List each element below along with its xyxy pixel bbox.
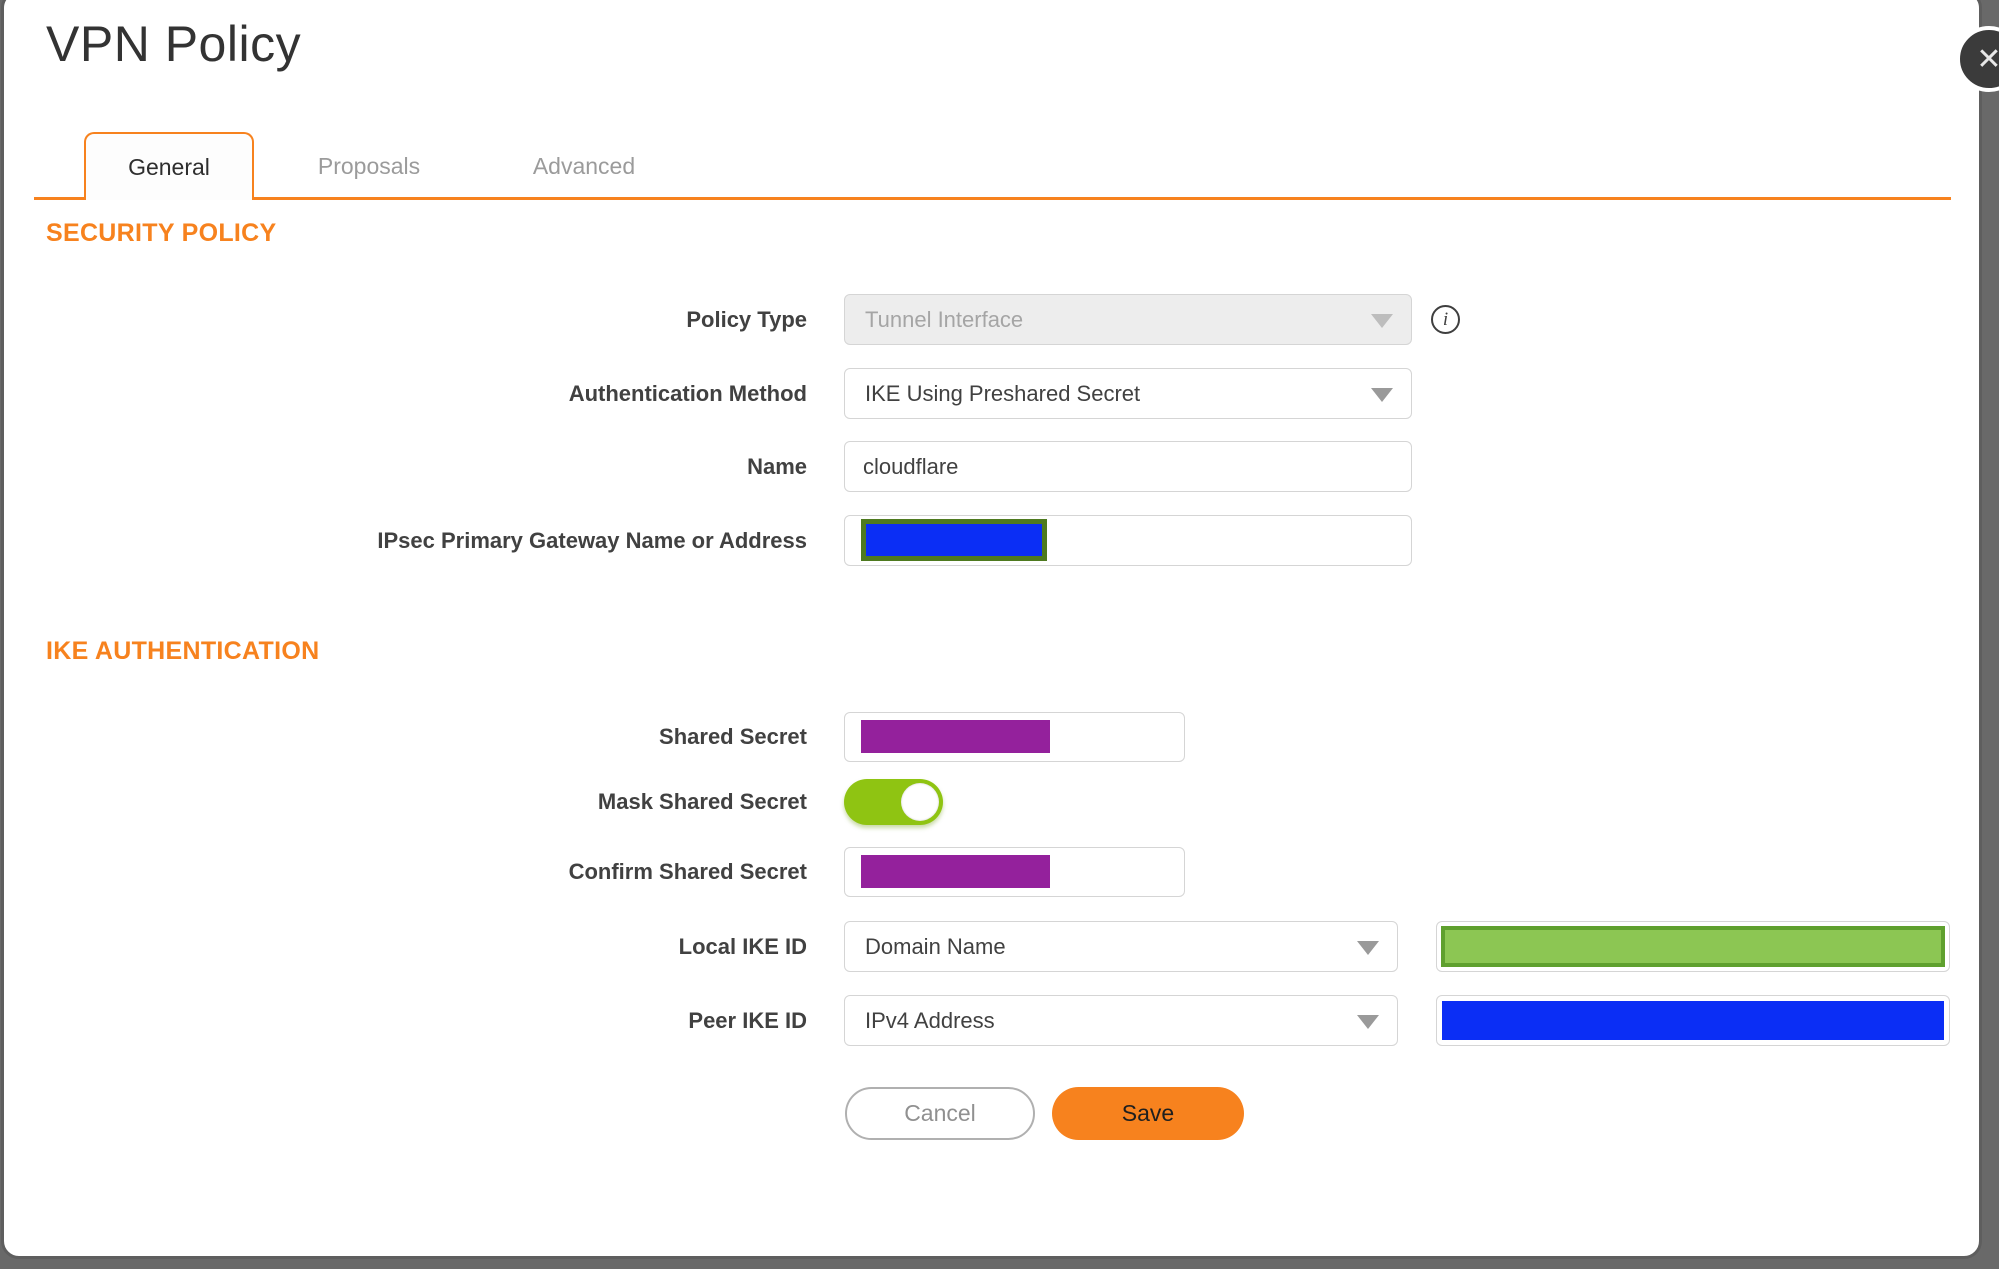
redacted-value-block (861, 519, 1047, 561)
peer-ike-id-label: Peer IKE ID (688, 1007, 807, 1033)
peer-ike-id-select[interactable]: IPv4 Address (844, 995, 1398, 1046)
tab-general[interactable]: General (84, 132, 254, 200)
redacted-value-block (1442, 1001, 1944, 1040)
tab-advanced-label: Advanced (532, 152, 636, 179)
authentication-method-value: IKE Using Preshared Secret (865, 380, 1141, 406)
mask-shared-secret-label: Mask Shared Secret (597, 789, 807, 814)
redacted-value-block (1441, 926, 1945, 967)
ike-authentication-heading: IKE AUTHENTICATION (46, 637, 320, 665)
info-icon[interactable]: i (1431, 305, 1460, 334)
confirm-shared-secret-input[interactable] (844, 847, 1185, 897)
policy-type-label: Policy Type (686, 306, 807, 332)
policy-type-value: Tunnel Interface (865, 306, 1024, 332)
shared-secret-input[interactable] (844, 712, 1185, 762)
caret-down-icon (1371, 313, 1393, 328)
cancel-button[interactable]: Cancel (845, 1087, 1035, 1140)
caret-down-icon (1357, 1014, 1379, 1029)
confirm-shared-secret-label: Confirm Shared Secret (568, 859, 807, 884)
local-ike-id-select[interactable]: Domain Name (844, 921, 1398, 972)
vpn-policy-modal: VPN Policy General Proposals Advanced SE… (1, 0, 1982, 1259)
peer-ike-id-type-value: IPv4 Address (865, 1007, 995, 1033)
tab-proposals[interactable]: Proposals (304, 133, 434, 199)
authentication-method-label: Authentication Method (568, 380, 807, 406)
tab-general-label: General (128, 153, 210, 180)
redacted-value-block (861, 855, 1050, 888)
policy-type-select: Tunnel Interface (844, 294, 1412, 345)
tab-proposals-label: Proposals (317, 152, 421, 179)
save-button[interactable]: Save (1052, 1087, 1244, 1140)
toggle-knob (901, 783, 939, 821)
tab-advanced[interactable]: Advanced (519, 133, 649, 199)
local-ike-id-type-value: Domain Name (865, 933, 1006, 959)
name-label: Name (747, 453, 807, 479)
redacted-value-block (861, 720, 1050, 753)
security-policy-heading: SECURITY POLICY (46, 219, 277, 247)
close-icon: ✕ (1976, 42, 1999, 76)
authentication-method-select[interactable]: IKE Using Preshared Secret (844, 368, 1412, 419)
cancel-button-label: Cancel (904, 1100, 976, 1126)
shared-secret-label: Shared Secret (659, 724, 807, 749)
ipsec-gateway-input[interactable] (844, 515, 1412, 566)
info-icon-glyph: i (1442, 308, 1449, 330)
name-input[interactable] (844, 441, 1412, 492)
peer-ike-id-value-input[interactable] (1436, 995, 1950, 1046)
local-ike-id-value-input[interactable] (1436, 921, 1950, 972)
caret-down-icon (1357, 940, 1379, 955)
ipsec-gateway-label: IPsec Primary Gateway Name or Address (377, 527, 807, 553)
screen: VPN Policy General Proposals Advanced SE… (0, 0, 1999, 1269)
page-title: VPN Policy (46, 16, 302, 72)
local-ike-id-label: Local IKE ID (678, 933, 807, 959)
mask-shared-secret-toggle[interactable] (844, 779, 943, 825)
save-button-label: Save (1121, 1100, 1175, 1126)
caret-down-icon (1371, 387, 1393, 402)
